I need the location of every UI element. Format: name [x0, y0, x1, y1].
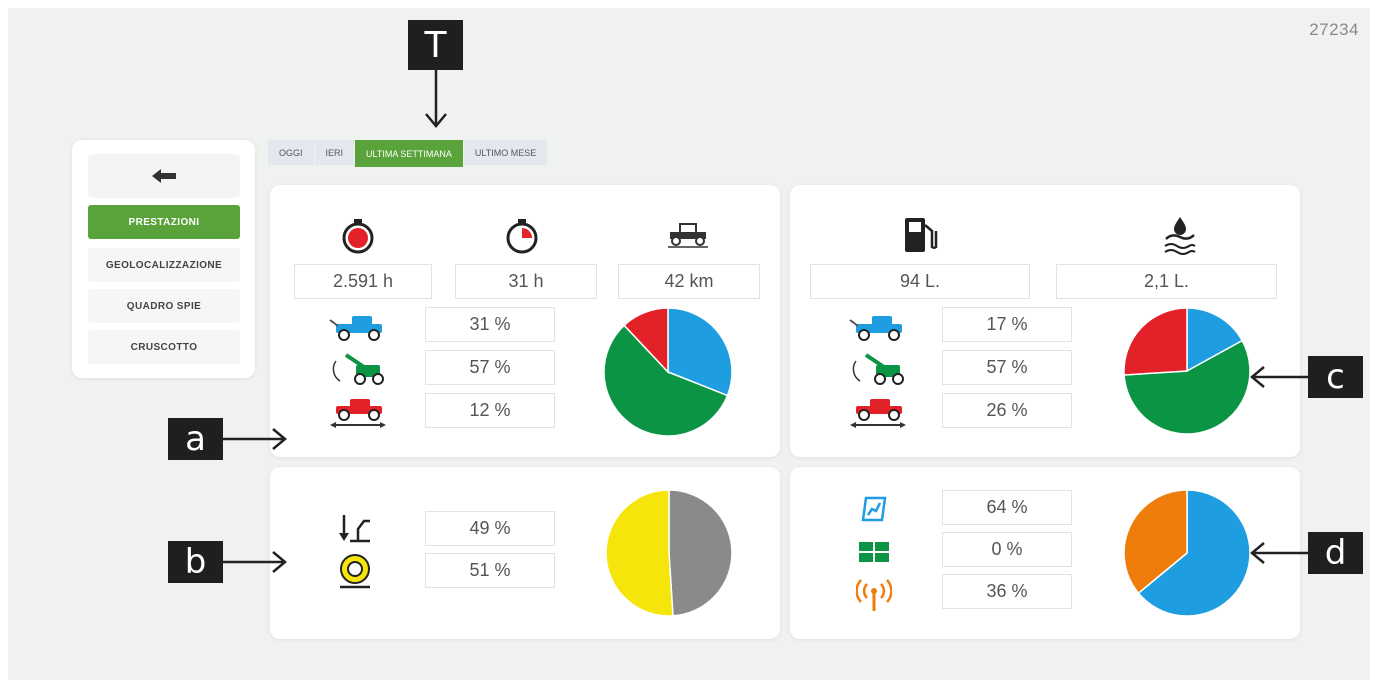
pie-slice-yellow	[605, 489, 674, 617]
fuel-handling-percent: 57 %	[942, 350, 1072, 385]
sidebar-item-cruscotto[interactable]: CRUSCOTTO	[88, 330, 240, 364]
adblue-icon	[1164, 217, 1196, 255]
performance-pie-chart	[603, 307, 733, 437]
load-percent: 51 %	[425, 553, 555, 588]
fuel-icon	[905, 218, 938, 252]
arrow-left-icon	[152, 169, 176, 183]
remote-control-percent: 36 %	[942, 574, 1072, 609]
road-mode-icon	[330, 399, 386, 428]
callout-a: a	[168, 418, 223, 460]
callout-d-arrow	[1250, 542, 1308, 564]
back-button[interactable]	[88, 154, 240, 198]
control-card: 64 % 0 % 36 %	[790, 467, 1300, 639]
tab-ultima-settimana[interactable]: ULTIMA SETTIMANA	[355, 140, 463, 167]
road-mode-icon	[850, 399, 906, 428]
distance-value: 42 km	[618, 264, 760, 299]
lift-percent: 49 %	[425, 511, 555, 546]
sidebar-item-geolocalizzazione[interactable]: GEOLOCALIZZAZIONE	[88, 248, 240, 282]
distance-icon	[668, 223, 708, 248]
callout-c-arrow	[1250, 366, 1308, 388]
fuel-pie-chart	[1123, 307, 1251, 435]
fuel-card: 94 L. 2,1 L. 17 % 57 % 26 %	[790, 185, 1300, 457]
sidebar-item-quadro-spie[interactable]: QUADRO SPIE	[88, 289, 240, 323]
handling-mode-percent: 57 %	[425, 350, 555, 385]
fuel-road-percent: 26 %	[942, 393, 1072, 428]
callout-c: c	[1308, 356, 1363, 398]
tab-oggi[interactable]: OGGI	[268, 140, 314, 165]
callout-d: d	[1308, 532, 1363, 574]
joystick-icon	[861, 496, 887, 522]
lift-icon	[339, 515, 370, 543]
callout-b-arrow	[223, 551, 287, 573]
performance-card: 2.591 h 31 h 42 km 31 % 57 % 12 %	[270, 185, 780, 457]
load-card: 49 % 51 %	[270, 467, 780, 639]
control-pie-chart	[1123, 489, 1251, 617]
remote-control-icon	[856, 579, 892, 611]
engine-hours-value: 2.591 h	[294, 264, 432, 299]
joystick-percent: 64 %	[942, 490, 1072, 525]
sidebar-item-prestazioni[interactable]: PRESTAZIONI	[88, 205, 240, 239]
engine-hours-icon	[342, 219, 374, 254]
fuel-value: 94 L.	[810, 264, 1030, 299]
handling-mode-icon	[852, 353, 904, 385]
travel-mode-icon	[849, 316, 902, 341]
work-hours-icon	[506, 219, 538, 254]
fuel-travel-percent: 17 %	[942, 307, 1072, 342]
callout-a-arrow	[223, 428, 287, 450]
load-pie-chart	[605, 489, 733, 617]
tab-ieri[interactable]: IERI	[314, 140, 355, 165]
adblue-value: 2,1 L.	[1056, 264, 1277, 299]
travel-mode-icon	[329, 316, 382, 341]
tab-ultimo-mese[interactable]: ULTIMO MESE	[463, 140, 548, 165]
sidebar: PRESTAZIONI GEOLOCALIZZAZIONE QUADRO SPI…	[72, 140, 255, 378]
control-panel-percent: 0 %	[942, 532, 1072, 567]
callout-b: b	[168, 541, 223, 583]
handling-mode-icon	[332, 353, 384, 385]
control-panel-icon	[859, 542, 889, 562]
period-tabs: OGGI IERI ULTIMA SETTIMANA ULTIMO MESE	[268, 140, 548, 167]
work-hours-value: 31 h	[455, 264, 597, 299]
page-id: 27234	[1309, 20, 1359, 39]
travel-mode-percent: 31 %	[425, 307, 555, 342]
load-roller-icon	[340, 554, 370, 589]
callout-t: T	[408, 20, 463, 70]
pie-slice-red	[1123, 307, 1188, 376]
callout-t-arrow	[425, 70, 447, 128]
pie-slice-gray	[668, 489, 733, 617]
road-mode-percent: 12 %	[425, 393, 555, 428]
